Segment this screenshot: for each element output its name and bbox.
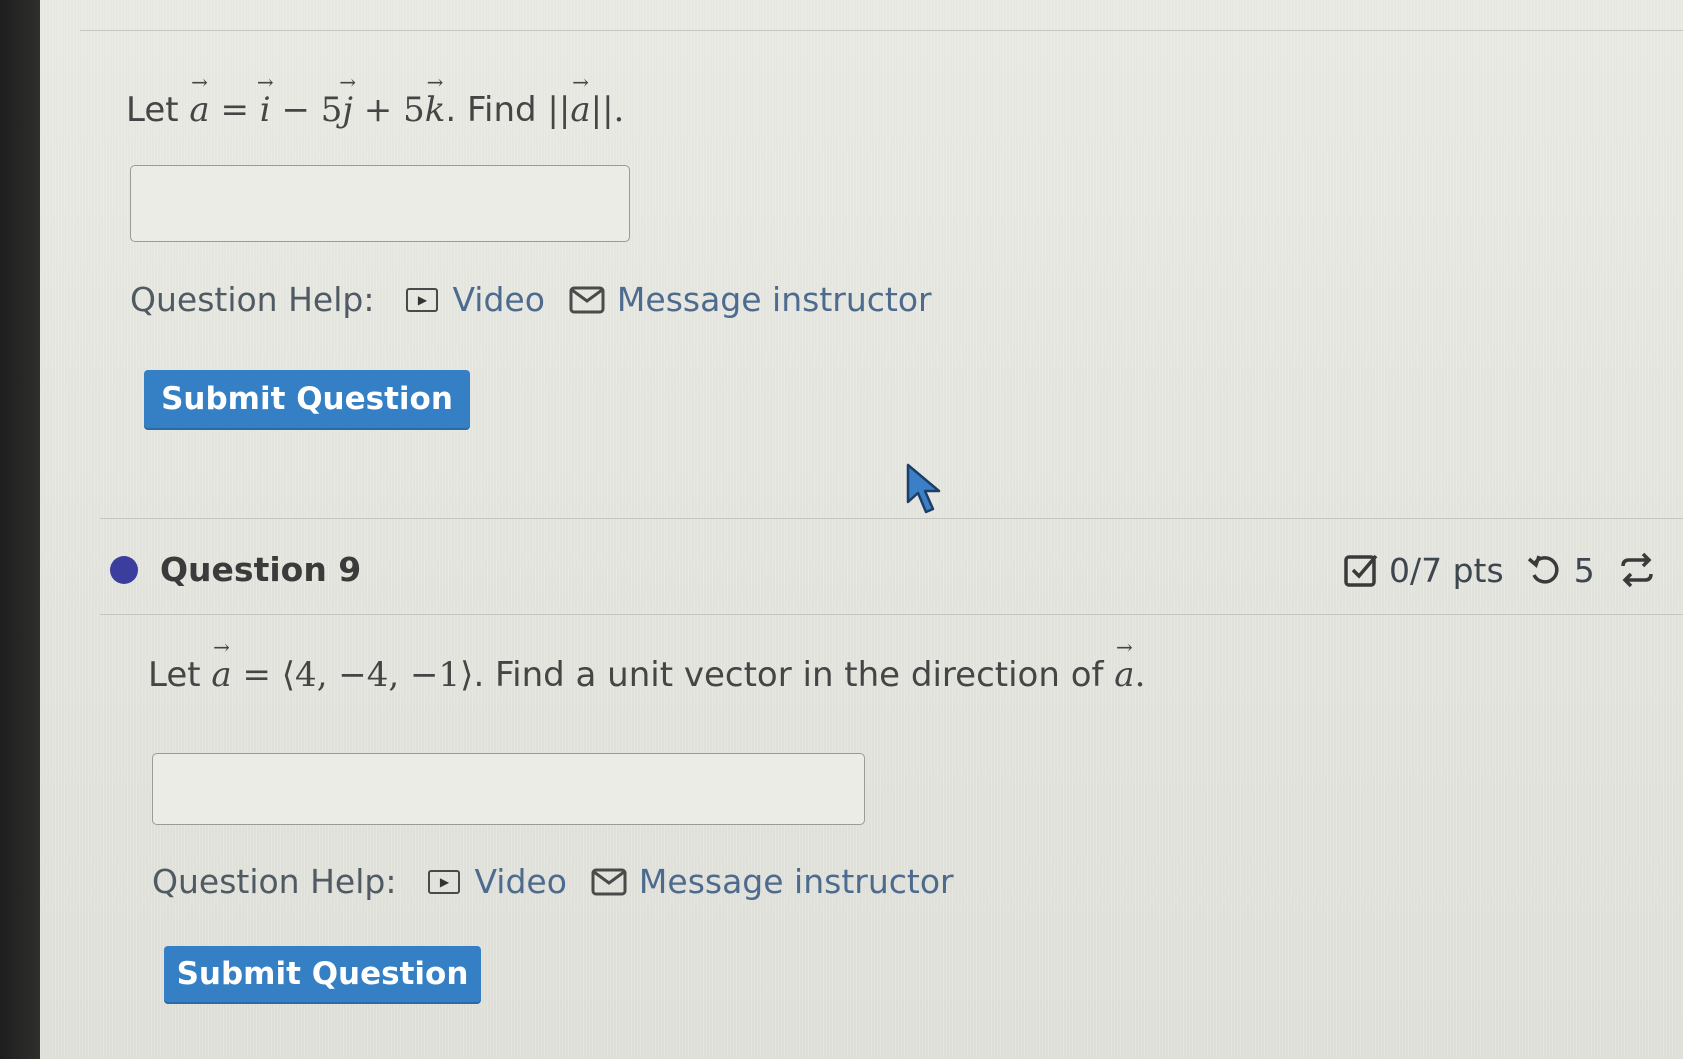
q8-vector-a: a [189,90,209,130]
q9-help-label: Question Help: [152,862,397,901]
video-icon: ▶ [428,869,461,894]
checkbox-icon [1344,554,1378,587]
q8-question-help: Question Help: ▶ Video Message instructo… [130,280,956,319]
q9-question-help: Question Help: ▶ Video Message instructo… [152,862,978,901]
q8-video-label: Video [452,280,545,319]
q9-attempts-remaining: 5 [1573,550,1595,590]
q8-vector-j: j [342,90,353,130]
q8-prompt-let: Let [126,90,179,130]
q9-top-divider [100,518,1683,519]
q9-video-label: Video [474,862,567,901]
q8-vector-k: k [425,90,446,130]
q8-vector-a-norm: a [570,90,590,130]
q9-message-label: Message instructor [638,862,954,901]
q9-prompt-find: . Find a unit vector in the direction of [473,655,1104,695]
q9-message-instructor-link[interactable]: Message instructor [591,862,954,901]
q8-help-label: Question Help: [130,280,375,319]
retry-icon[interactable] [1526,551,1564,589]
q8-message-label: Message instructor [616,280,932,319]
mail-icon [591,868,627,895]
q8-submit-button[interactable]: Submit Question [144,370,470,428]
q9-vector-a: a [211,655,231,695]
q9-title: Question 9 [160,550,362,589]
q8-answer-input[interactable] [130,165,630,242]
q8-prompt-find: . Find [445,90,537,130]
q9-header: Question 9 [110,550,361,589]
q9-prompt: Let a = ⟨4, −4, −1⟩. Find a unit vector … [148,655,1145,695]
q8-prompt: Let a = i − 5j + 5k. Find ||a||. [126,90,624,130]
status-dot-icon [110,555,138,584]
q8-vector-i: i [260,90,271,130]
q9-video-link[interactable]: ▶ Video [428,862,567,901]
mail-icon [569,286,605,313]
q8-video-link[interactable]: ▶ Video [406,280,545,319]
top-divider [80,30,1683,31]
q9-points: 0/7 pts [1389,550,1504,590]
video-icon: ▶ [406,287,439,312]
q9-header-divider [100,614,1683,615]
q8-message-instructor-link[interactable]: Message instructor [569,280,932,319]
q9-score: 0/7 pts 5 [1343,550,1657,590]
q9-vector-a-direction: a [1114,655,1134,695]
mouse-cursor-icon [906,463,941,514]
q9-answer-input[interactable] [152,753,865,825]
q9-prompt-let: Let [148,655,201,695]
q9-submit-button[interactable]: Submit Question [164,946,481,1002]
regenerate-icon[interactable] [1617,550,1657,590]
